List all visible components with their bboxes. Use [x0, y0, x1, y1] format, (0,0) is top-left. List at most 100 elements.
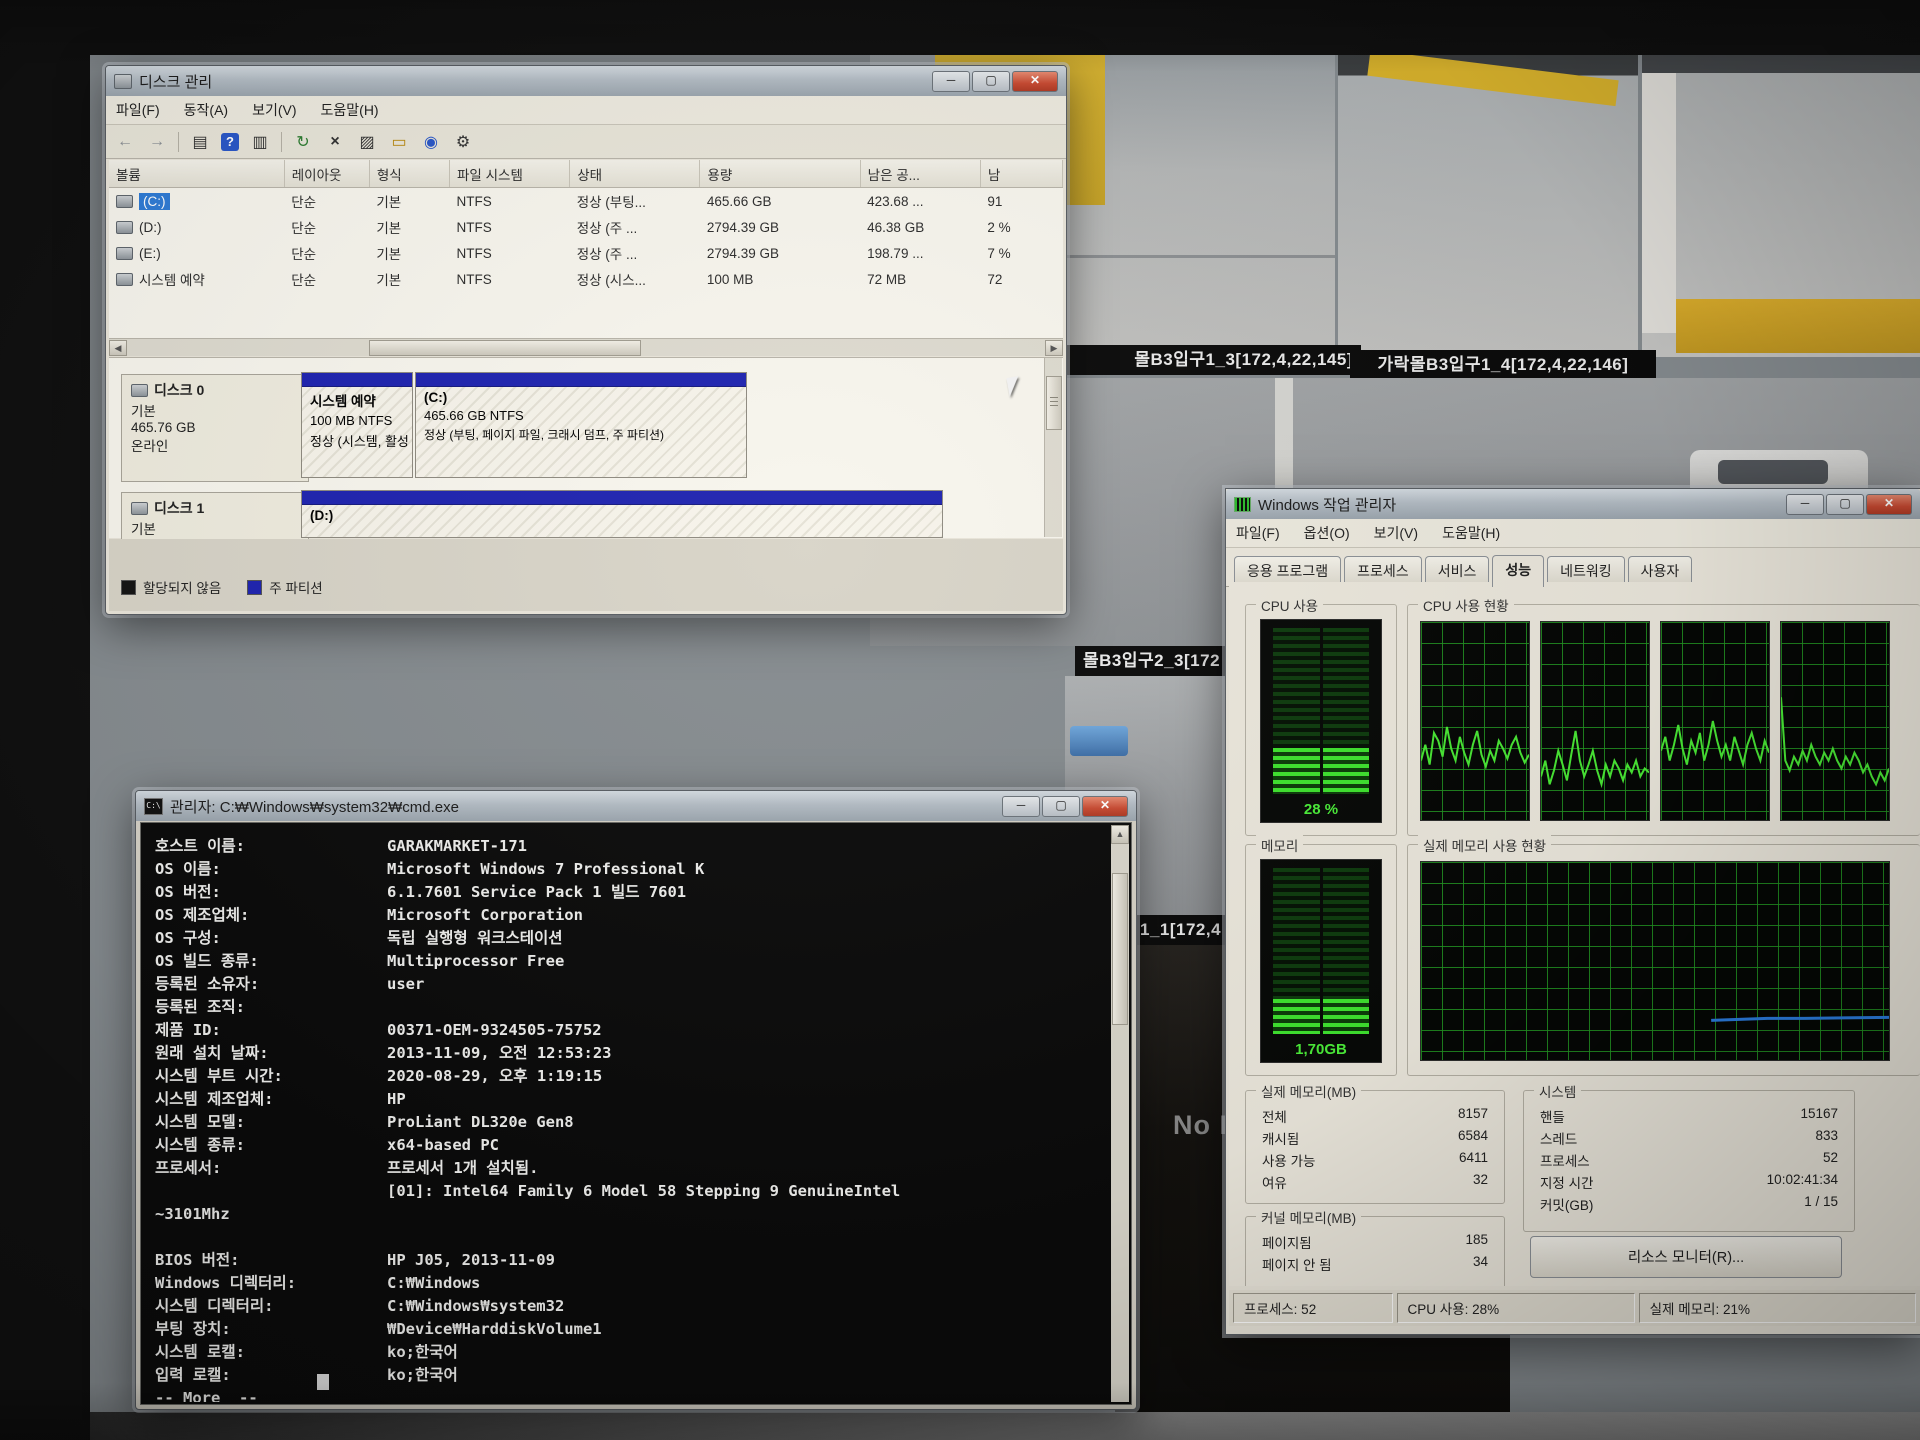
partition-color-band [416, 373, 746, 387]
partition-size: 465.66 GB NTFS [416, 405, 746, 423]
scrollbar-thumb[interactable] [369, 340, 641, 356]
volume-row[interactable]: 시스템 예약 단순 기본 NTFS 정상 (시스... 100 MB 72 MB… [109, 266, 1063, 292]
cpu-core1-graph [1420, 621, 1530, 821]
properties-icon[interactable]: ▨ [356, 132, 378, 152]
volume-status: 정상 (부팅... [570, 188, 700, 215]
partition-system-reserved[interactable]: 시스템 예약 100 MB NTFS 정상 (시스템, 활성 [301, 372, 413, 478]
stat-row: 페이지됨 185 [1246, 1231, 1504, 1253]
cmd-titlebar[interactable]: C:\ 관리자: C:₩Windows₩system32₩cmd.exe ─ ▢… [136, 791, 1136, 821]
stat-key: 여유 [1262, 1172, 1287, 1192]
volume-layout: 단순 [284, 188, 369, 215]
console-line: BIOS 버전: HP J05, 2013-11-09 [155, 1249, 1111, 1272]
minimize-button[interactable]: ─ [1002, 796, 1040, 817]
menu-item[interactable]: 도움말(H) [1442, 523, 1500, 543]
menu-item[interactable]: 도움말(H) [321, 100, 379, 120]
resource-monitor-button[interactable]: 리소스 모니터(R)... [1530, 1236, 1842, 1278]
console-line-label: 등록된 조직: [155, 996, 387, 1019]
console-line-label: 호스트 이름: [155, 835, 387, 858]
partition-d[interactable]: (D:) [301, 490, 943, 538]
horizontal-scrollbar[interactable]: ◀ ▶ [109, 338, 1063, 356]
cctv-tile-3 [1642, 55, 1920, 357]
maximize-button[interactable]: ▢ [1826, 494, 1864, 515]
volume-name: (C:) [139, 193, 170, 210]
stat-row: 전체 8157 [1246, 1105, 1504, 1127]
disk-management-title: 디스크 관리 [139, 71, 925, 92]
volume-name: (E:) [139, 246, 161, 261]
scroll-right-icon[interactable]: ▶ [1045, 340, 1063, 356]
stat-row: 지정 시간 10:02:41:34 [1524, 1171, 1854, 1193]
volume-table-header[interactable]: 볼륨레이아웃 형식파일 시스템 상태용량 남은 공...남 [109, 160, 1063, 188]
barrier-arm [1367, 55, 1618, 106]
console-tree-icon[interactable]: ▤ [189, 132, 211, 152]
scrollbar-thumb[interactable] [1112, 873, 1128, 1025]
volume-row[interactable]: (C:) 단순 기본 NTFS 정상 (부팅... 465.66 GB 423.… [109, 188, 1063, 215]
memory-value: 1,70GB [1261, 1041, 1381, 1058]
maximize-button[interactable]: ▢ [1042, 796, 1080, 817]
partition-c[interactable]: (C:) 465.66 GB NTFS 정상 (부팅, 페이지 파일, 크래시 … [415, 372, 747, 478]
console-line-label [155, 1226, 387, 1249]
console-line-value: 00371-OEM-9324505-75752 [387, 1019, 602, 1042]
task-manager-statusbar: 프로세스: 52 CPU 사용: 28% 실제 메모리: 21% [1229, 1290, 1920, 1326]
menu-item[interactable]: 파일(F) [1236, 523, 1280, 543]
partition-title: 시스템 예약 [310, 394, 376, 409]
forward-icon[interactable]: → [146, 133, 168, 151]
cpu-usage-label: CPU 사용 [1256, 595, 1323, 615]
menu-item[interactable]: 보기(V) [252, 100, 296, 120]
cpu-history-group: CPU 사용 현황 [1407, 604, 1920, 836]
volume-free: 198.79 ... [860, 240, 980, 266]
console-line: 시스템 디렉터리: C:₩Windows₩system32 [155, 1295, 1111, 1318]
partition-color-band [302, 491, 942, 505]
menu-item[interactable]: 파일(F) [116, 100, 160, 120]
panel-icon[interactable]: ▥ [249, 132, 271, 152]
console-line-label: 시스템 로캘: [155, 1341, 387, 1364]
close-button[interactable]: ✕ [1082, 796, 1128, 817]
stat-key: 커밋(GB) [1540, 1194, 1593, 1214]
disk1-type: 기본 [131, 518, 299, 538]
close-button[interactable]: ✕ [1012, 71, 1058, 92]
search-icon[interactable]: ◉ [420, 132, 442, 152]
console-line-label: 원래 설치 날짜: [155, 1042, 387, 1065]
refresh-icon[interactable]: ↻ [292, 132, 314, 152]
menu-item[interactable]: 보기(V) [1374, 523, 1418, 543]
volume-filesystem: NTFS [450, 266, 570, 292]
maximize-button[interactable]: ▢ [972, 71, 1010, 92]
car-windows [1718, 460, 1828, 484]
partition-status: 정상 (부팅, 페이지 파일, 크래시 덤프, 주 파티션) [416, 423, 746, 443]
scroll-left-icon[interactable]: ◀ [109, 340, 127, 356]
vertical-scrollbar[interactable] [1044, 358, 1062, 537]
disk0-info[interactable]: 디스크 0 기본 465.76 GB 온라인 [121, 374, 309, 482]
partition-title: (D:) [310, 508, 333, 523]
volume-name: 시스템 예약 [139, 269, 205, 289]
disk-management-window: 디스크 관리 ─ ▢ ✕ 파일(F) 동작(A) 보기(V) 도움말(H) ← → ▤… [105, 65, 1067, 615]
stat-key: 페이지 안 됨 [1262, 1254, 1332, 1274]
settings-icon[interactable]: ⚙ [452, 132, 474, 152]
volume-status: 정상 (주 ... [570, 214, 700, 240]
open-folder-icon[interactable]: ▭ [388, 132, 410, 152]
help-icon[interactable]: ? [221, 133, 239, 151]
volume-row[interactable]: (E:) 단순 기본 NTFS 정상 (주 ... 2794.39 GB 198… [109, 240, 1063, 266]
console-output[interactable]: 호스트 이름: GARAKMARKET-171 OS 이름: Microsoft… [143, 825, 1111, 1402]
disk1-info[interactable]: 디스크 1 기본 [121, 492, 309, 544]
tab[interactable]: 성능 [1492, 555, 1544, 587]
scroll-up-icon[interactable]: ▲ [1111, 825, 1129, 844]
volume-capacity: 100 MB [700, 266, 860, 292]
memory-group: 메모리 1,70GB [1245, 844, 1397, 1076]
console-line-value: Microsoft Corporation [387, 904, 583, 927]
disk-management-titlebar[interactable]: 디스크 관리 ─ ▢ ✕ [106, 66, 1066, 96]
console-line: OS 빌드 종류: Multiprocessor Free [155, 950, 1111, 973]
console-line-value: HP [387, 1088, 406, 1111]
menu-item[interactable]: 옵션(O) [1304, 523, 1350, 543]
close-button[interactable]: ✕ [1866, 494, 1912, 515]
back-icon[interactable]: ← [114, 133, 136, 151]
volume-capacity: 2794.39 GB [700, 214, 860, 240]
minimize-button[interactable]: ─ [1786, 494, 1824, 515]
console-scrollbar[interactable]: ▲ [1111, 825, 1129, 1402]
volume-row[interactable]: (D:) 단순 기본 NTFS 정상 (주 ... 2794.39 GB 46.… [109, 214, 1063, 240]
stat-key: 캐시됨 [1262, 1128, 1299, 1148]
console-line-value: 2013-11-09, 오전 12:53:23 [387, 1042, 612, 1065]
menu-item[interactable]: 동작(A) [184, 100, 228, 120]
scrollbar-thumb[interactable] [1046, 376, 1062, 430]
task-manager-titlebar[interactable]: Windows 작업 관리자 ─ ▢ ✕ [1226, 489, 1920, 519]
delete-icon[interactable]: × [324, 133, 346, 151]
minimize-button[interactable]: ─ [932, 71, 970, 92]
